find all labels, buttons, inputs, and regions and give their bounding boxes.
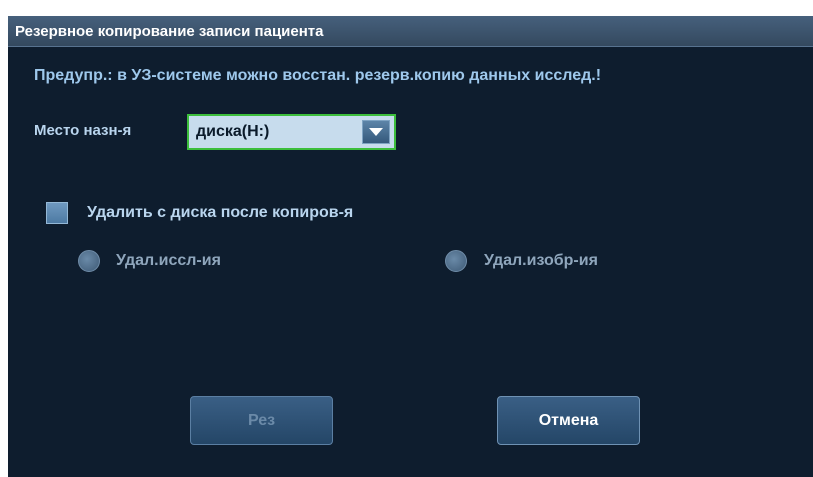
destination-label: Место назн-я	[34, 122, 132, 139]
chevron-down-icon	[369, 128, 383, 136]
dialog-titlebar: Резервное копирование записи пациента	[8, 16, 813, 47]
dialog-title: Резервное копирование записи пациента	[15, 23, 324, 40]
destination-value: диска(H:)	[196, 123, 270, 140]
delete-images-radio[interactable]	[445, 250, 467, 272]
delete-after-copy-label: Удалить с диска после копиров-я	[87, 204, 354, 221]
destination-select[interactable]: диска(H:)	[187, 114, 396, 150]
dropdown-arrow-button[interactable]	[362, 120, 390, 144]
delete-exams-label: Удал.иссл-ия	[116, 252, 221, 269]
delete-images-label: Удал.изобр-ия	[484, 252, 598, 269]
cancel-button[interactable]: Отмена	[497, 396, 640, 445]
delete-after-copy-checkbox[interactable]	[46, 202, 68, 224]
warning-message: Предупр.: в УЗ-системе можно восстан. ре…	[34, 67, 602, 84]
save-button[interactable]: Рез	[190, 396, 333, 445]
delete-exams-radio[interactable]	[78, 250, 100, 272]
backup-dialog: Резервное копирование записи пациента Пр…	[8, 16, 813, 477]
